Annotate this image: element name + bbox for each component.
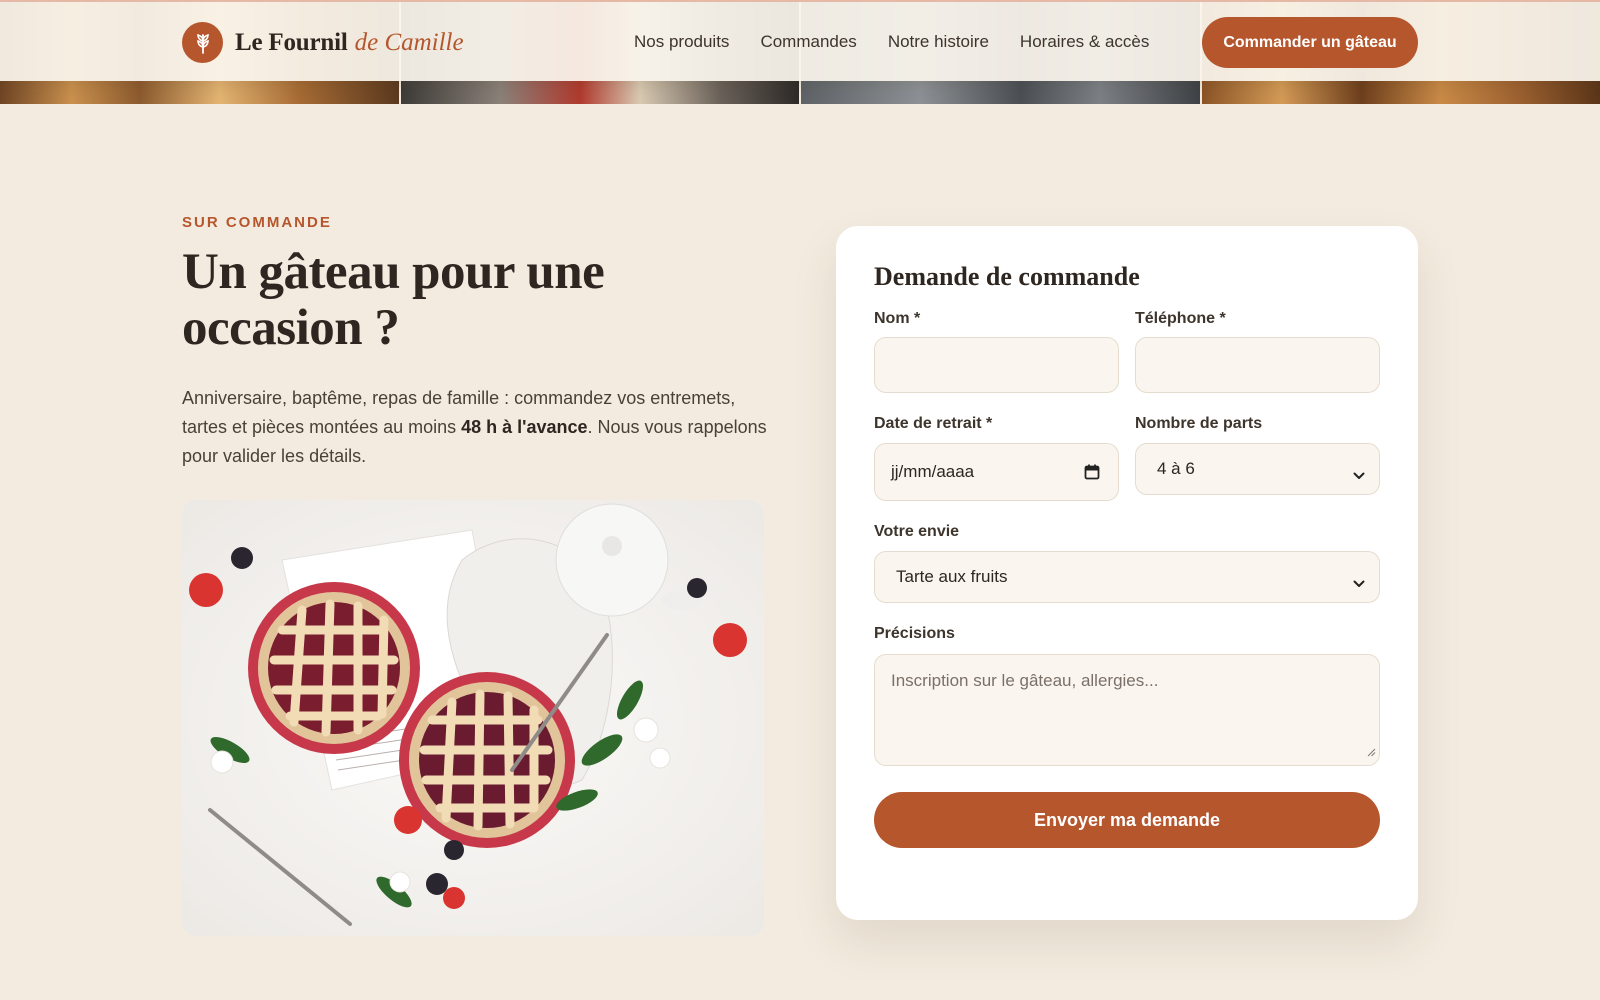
navbar: Le Fournil de Camille Nos produits Comma… — [0, 0, 1600, 81]
wish-select[interactable]: Tarte aux fruits — [874, 551, 1380, 603]
main-nav: Nos produits Commandes Notre histoire Ho… — [634, 32, 1180, 52]
name-input[interactable] — [874, 337, 1119, 393]
wheat-icon — [182, 22, 223, 63]
wish-label: Votre envie — [874, 523, 960, 540]
intro-paragraph: Anniversaire, baptême, repas de famille … — [182, 384, 772, 471]
order-form-card: Demande de commande Nom * Téléphone * Da… — [836, 226, 1418, 920]
order-cake-button[interactable]: Commander un gâteau — [1202, 17, 1418, 68]
section-eyebrow: SUR COMMANDE — [182, 214, 332, 231]
chevron-down-icon — [1353, 465, 1365, 485]
form-title: Demande de commande — [874, 262, 1140, 291]
details-label: Précisions — [874, 625, 955, 642]
intro-text-highlight: 48 h à l'avance — [461, 417, 588, 437]
nav-link-orders[interactable]: Commandes — [760, 32, 856, 52]
resize-handle-icon[interactable] — [1367, 742, 1376, 762]
pickup-date-label: Date de retrait * — [874, 415, 993, 432]
pies-photo — [182, 500, 764, 936]
name-label: Nom * — [874, 310, 921, 327]
brand-name: Le Fournil — [235, 28, 348, 56]
title-line-2: occasion ? — [182, 300, 400, 356]
title-line-1: Un gâteau pour une — [182, 244, 605, 300]
submit-request-button[interactable]: Envoyer ma demande — [874, 792, 1380, 848]
brand-logo[interactable]: Le Fournil de Camille — [182, 22, 464, 63]
page-title: Un gâteau pour une occasion ? — [182, 244, 782, 356]
nav-link-products[interactable]: Nos produits — [634, 32, 729, 52]
servings-selected-value: 4 à 6 — [1157, 459, 1195, 478]
date-placeholder: jj/mm/aaaa — [891, 462, 975, 481]
pickup-date-input[interactable]: jj/mm/aaaa — [874, 443, 1119, 501]
chevron-down-icon — [1353, 573, 1365, 593]
nav-link-story[interactable]: Notre histoire — [888, 32, 989, 52]
calendar-icon[interactable] — [1084, 464, 1100, 485]
phone-label: Téléphone * — [1135, 310, 1226, 327]
phone-input[interactable] — [1135, 337, 1380, 393]
servings-label: Nombre de parts — [1135, 415, 1263, 432]
brand-accent: de Camille — [354, 28, 464, 56]
servings-select[interactable]: 4 à 6 — [1135, 443, 1380, 495]
nav-link-hours[interactable]: Horaires & accès — [1020, 32, 1149, 52]
wish-selected-value: Tarte aux fruits — [896, 567, 1008, 586]
details-placeholder: Inscription sur le gâteau, allergies... — [891, 671, 1159, 690]
details-textarea[interactable]: Inscription sur le gâteau, allergies... — [874, 654, 1380, 766]
